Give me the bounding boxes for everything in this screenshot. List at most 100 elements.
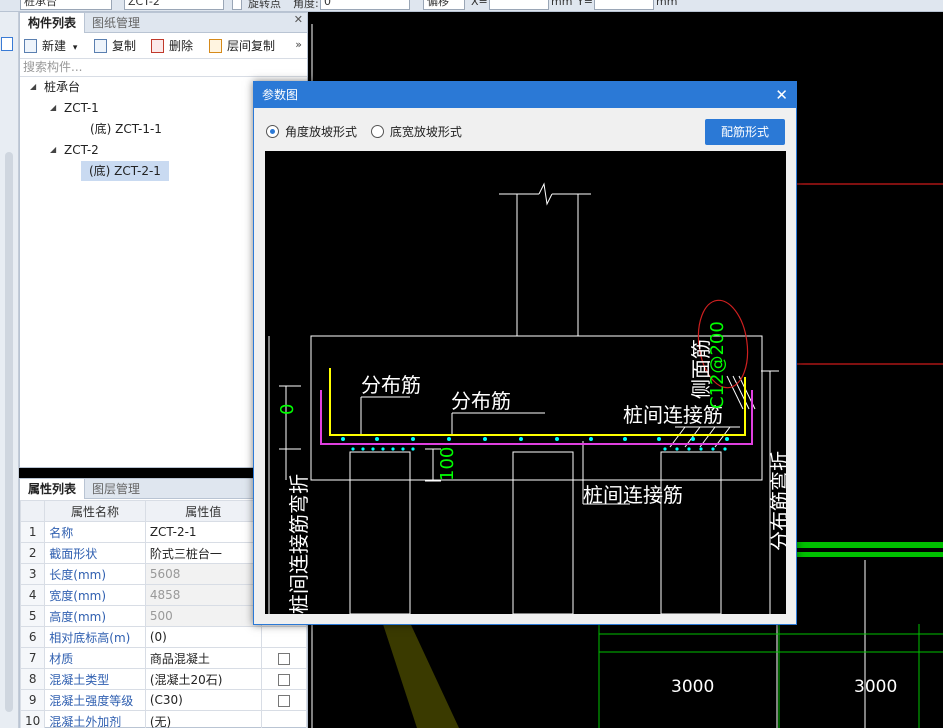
delete-button[interactable]: 删除 xyxy=(151,38,193,54)
property-name: 宽度(mm) xyxy=(44,584,146,606)
property-value[interactable]: 500 xyxy=(144,605,262,627)
x-offset-input[interactable] xyxy=(489,0,549,10)
y-label: Y= xyxy=(577,0,593,8)
property-name: 混凝土强度等级 xyxy=(44,689,146,711)
component-type-select[interactable]: 桩承台 xyxy=(20,0,112,10)
label-dist-rebar-2: 分布筋 xyxy=(451,389,511,413)
tab-drawing-management[interactable]: 图纸管理 xyxy=(84,13,148,33)
property-index: 8 xyxy=(19,668,46,690)
pile-left xyxy=(349,451,411,614)
property-value[interactable]: (无) xyxy=(144,710,262,728)
new-button[interactable]: 新建 ▾ xyxy=(24,38,77,54)
pile-middle xyxy=(512,451,574,614)
tab-layer-management[interactable]: 图层管理 xyxy=(84,479,148,499)
property-index: 1 xyxy=(19,521,46,543)
property-row[interactable]: 9 混凝土强度等级 (C30) xyxy=(19,689,308,711)
property-name: 截面形状 xyxy=(44,542,146,564)
rotate-point-label: 旋转点 xyxy=(248,0,281,10)
tree-expand-icon[interactable]: ◢ xyxy=(30,82,36,91)
property-value[interactable]: 5608 xyxy=(144,563,262,585)
x-unit: mm xyxy=(551,0,573,8)
cad-dim-text-1: 3000 xyxy=(671,677,715,697)
property-extra[interactable] xyxy=(260,668,308,690)
property-checkbox[interactable] xyxy=(277,673,290,686)
property-row[interactable]: 6 相对底标高(m) (0) xyxy=(19,626,308,648)
label-dist-bend: 分布筋弯折 xyxy=(768,451,786,551)
property-row[interactable]: 7 材质 商品混凝土 xyxy=(19,647,308,669)
cad-yellow-shape xyxy=(379,612,459,728)
component-name-select[interactable]: ZCT-2 xyxy=(124,0,224,10)
property-value[interactable]: 阶式三桩台一 xyxy=(144,542,262,564)
property-value[interactable]: (混凝土20石) xyxy=(144,668,262,690)
property-index: 7 xyxy=(19,647,46,669)
column-break-symbol xyxy=(538,182,553,206)
y-unit: mm xyxy=(656,0,678,8)
y-offset-input[interactable] xyxy=(594,0,654,10)
radio-width-slope[interactable] xyxy=(370,125,384,138)
property-value[interactable]: 4858 xyxy=(144,584,262,606)
floor-copy-button[interactable]: 层间复制 xyxy=(209,38,275,54)
label-side-rebar-value: C12@200 xyxy=(707,321,728,409)
x-label: X= xyxy=(471,0,488,8)
property-index: 10 xyxy=(19,710,46,728)
angle-input[interactable]: 0 xyxy=(320,0,410,10)
radio-width-slope-label[interactable]: 底宽放坡形式 xyxy=(390,125,462,139)
property-checkbox[interactable] xyxy=(277,694,290,707)
property-index: 9 xyxy=(19,689,46,711)
component-search-input[interactable]: 搜索构件... xyxy=(20,59,307,77)
property-extra[interactable] xyxy=(260,689,308,711)
tree-group-zct2[interactable]: ZCT-2 xyxy=(64,140,99,160)
property-value[interactable]: ZCT-2-1 xyxy=(144,521,262,543)
floor-copy-icon xyxy=(209,39,222,53)
dialog-title-bar: 参数图 ✕ xyxy=(254,82,796,108)
property-index: 4 xyxy=(19,584,46,606)
angle-label: 角度: xyxy=(293,0,319,10)
property-index: 5 xyxy=(19,605,46,627)
tree-group-zct1[interactable]: ZCT-1 xyxy=(64,98,99,118)
property-value[interactable]: (0) xyxy=(144,626,262,648)
new-icon xyxy=(24,39,37,53)
tab-property-list[interactable]: 属性列表 xyxy=(20,479,86,499)
cad-green-band-2 xyxy=(796,552,943,557)
radio-angle-slope-label[interactable]: 角度放坡形式 xyxy=(285,125,357,139)
copy-button[interactable]: 复制 xyxy=(94,38,136,54)
tree-item-zct2-1[interactable]: (底) ZCT-2-1 xyxy=(81,161,169,181)
property-row[interactable]: 8 混凝土类型 (混凝土20石) xyxy=(19,668,308,690)
new-button-label: 新建 xyxy=(42,39,67,53)
property-value[interactable]: (C30) xyxy=(144,689,262,711)
property-name: 高度(mm) xyxy=(44,605,146,627)
new-dropdown-icon[interactable]: ▾ xyxy=(73,43,78,53)
property-row[interactable]: 10 混凝土外加剂 (无) xyxy=(19,710,308,728)
panel-toggle-icon[interactable] xyxy=(1,37,13,51)
property-header-index xyxy=(19,500,46,522)
delete-button-label: 删除 xyxy=(169,39,194,53)
tree-expand-icon[interactable]: ◢ xyxy=(50,103,56,112)
tree-root-node[interactable]: 桩承台 xyxy=(44,77,80,97)
copy-icon xyxy=(94,39,107,53)
tree-item-zct1-1[interactable]: (底) ZCT-1-1 xyxy=(90,119,162,139)
rotate-point-checkbox[interactable] xyxy=(232,0,242,10)
property-extra xyxy=(260,710,308,728)
toolbar-more-icon[interactable]: » xyxy=(295,38,302,51)
dialog-close-icon[interactable]: ✕ xyxy=(775,82,788,108)
floor-copy-button-label: 层间复制 xyxy=(227,39,276,53)
parameter-drawing: 分布筋 分布筋 桩间连接筋 桩间连接筋 0 100 侧面筋 C12@200 桩间… xyxy=(265,151,786,614)
property-name: 混凝土类型 xyxy=(44,668,146,690)
radio-angle-slope[interactable] xyxy=(266,125,279,138)
property-checkbox[interactable] xyxy=(277,652,290,665)
panel-close-icon[interactable]: ✕ xyxy=(294,13,303,26)
cad-dim-text-2: 3000 xyxy=(854,677,898,697)
component-panel-tabs: 构件列表 图纸管理 ✕ xyxy=(20,13,307,33)
tab-component-list[interactable]: 构件列表 xyxy=(20,13,86,33)
property-extra[interactable] xyxy=(260,647,308,669)
tree-expand-icon[interactable]: ◢ xyxy=(50,145,56,154)
property-value[interactable]: 商品混凝土 xyxy=(144,647,262,669)
property-index: 2 xyxy=(19,542,46,564)
offset-select[interactable]: 偏移 xyxy=(423,0,465,10)
left-scrollbar[interactable] xyxy=(5,152,13,712)
label-dim-zero: 0 xyxy=(277,403,298,415)
copy-button-label: 复制 xyxy=(112,39,137,53)
dialog-title: 参数图 xyxy=(262,88,299,102)
rebar-config-button[interactable]: 配筋形式 xyxy=(705,119,785,145)
top-toolbar: 桩承台 ZCT-2 旋转点 角度: 0 偏移 X= mm Y= mm xyxy=(0,0,943,12)
